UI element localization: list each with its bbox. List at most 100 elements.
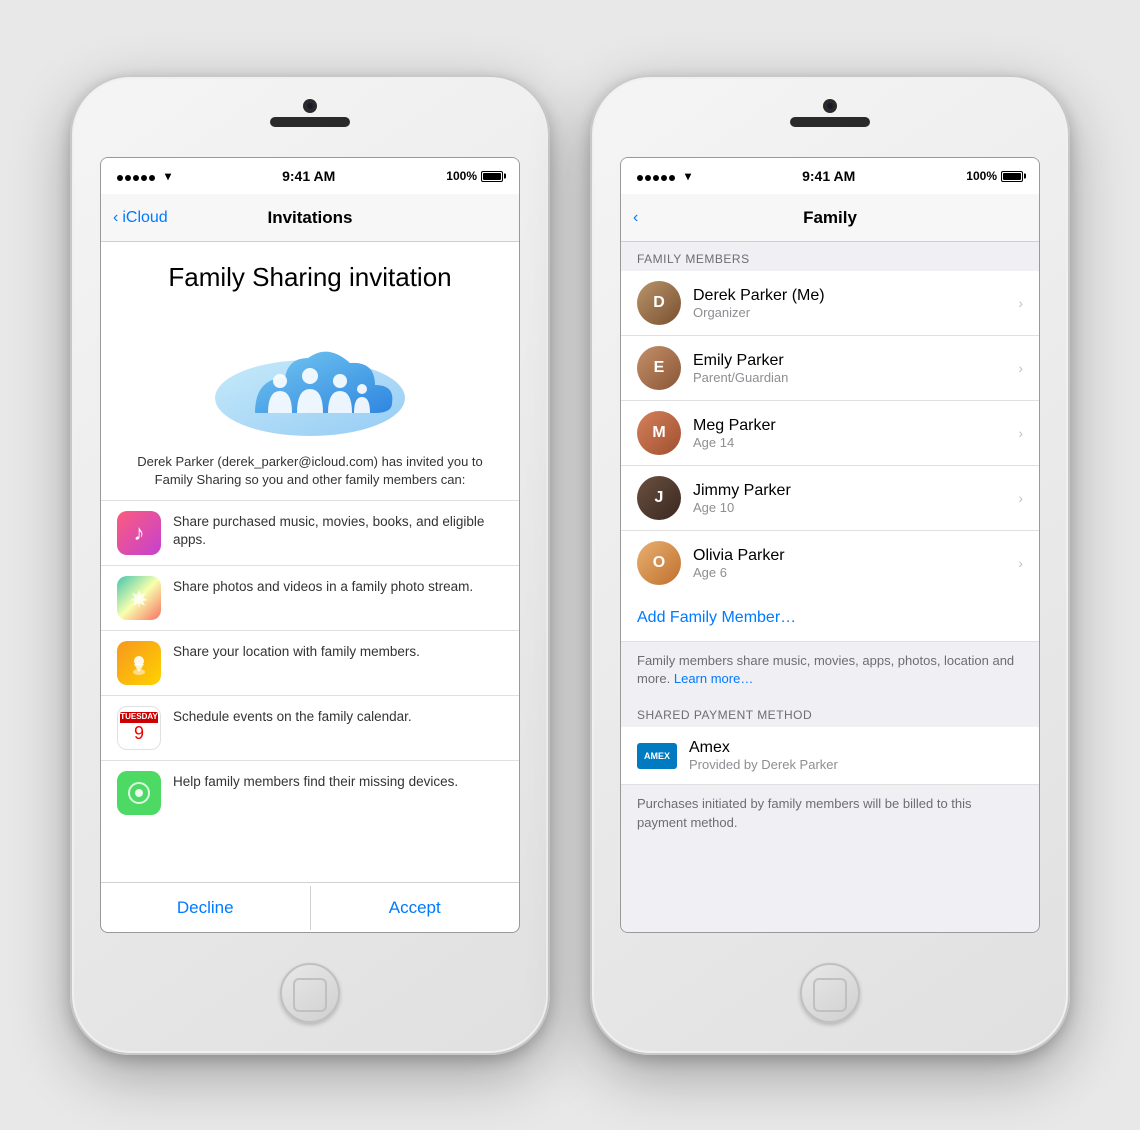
member-name-olivia: Olivia Parker	[693, 547, 1006, 565]
feature-location: Share your location with family members.	[101, 630, 519, 695]
battery-icon-2	[1001, 171, 1023, 182]
feature-photos-text: Share photos and videos in a family phot…	[173, 576, 503, 597]
member-emily[interactable]: E Emily Parker Parent/Guardian ›	[621, 336, 1039, 401]
back-button[interactable]: ‹ iCloud	[113, 209, 168, 227]
photos-icon	[117, 576, 161, 620]
member-role-emily: Parent/Guardian	[693, 370, 1006, 385]
invitation-content: Family Sharing invitation	[101, 242, 519, 932]
member-info-meg: Meg Parker Age 14	[693, 417, 1006, 450]
chevron-icon-emily: ›	[1018, 360, 1023, 376]
member-info-jimmy: Jimmy Parker Age 10	[693, 482, 1006, 515]
phone-invitations: ▾ 9:41 AM 100% ‹ iCloud Invitations	[70, 75, 550, 1055]
member-role-meg: Age 14	[693, 435, 1006, 450]
back-label: iCloud	[122, 209, 167, 227]
accept-button[interactable]: Accept	[311, 886, 520, 930]
phone2-bottom	[800, 933, 860, 1053]
payment-section-header: SHARED PAYMENT METHOD	[621, 698, 1039, 727]
learn-more-link[interactable]: Learn more…	[674, 671, 753, 686]
feature-calendar: Tuesday 9 Schedule events on the family …	[101, 695, 519, 760]
wifi-icon-2: ▾	[685, 169, 691, 183]
feature-findmy-text: Help family members find their missing d…	[173, 771, 503, 792]
status-time-2: 9:41 AM	[802, 168, 855, 184]
family-content: FAMILY MEMBERS D Derek Parker (Me) Organ…	[621, 242, 1039, 932]
member-name-emily: Emily Parker	[693, 352, 1006, 370]
family-illustration	[101, 303, 519, 453]
payment-info: Amex Provided by Derek Parker	[689, 739, 1023, 772]
bottom-buttons: Decline Accept	[101, 882, 519, 932]
payment-item[interactable]: AMEX Amex Provided by Derek Parker	[621, 727, 1039, 785]
member-meg[interactable]: M Meg Parker Age 14 ›	[621, 401, 1039, 466]
add-member-button[interactable]: Add Family Member…	[621, 595, 1039, 642]
decline-button[interactable]: Decline	[101, 886, 311, 930]
avatar-derek: D	[637, 281, 681, 325]
signal-area-2: ▾	[637, 169, 691, 184]
payment-footer: Purchases initiated by family members wi…	[621, 785, 1039, 841]
phone-family: ▾ 9:41 AM 100% ‹ Family FAMILY M	[590, 75, 1070, 1055]
chevron-icon-jimmy: ›	[1018, 490, 1023, 506]
front-camera-2	[823, 99, 837, 113]
family-members-header: FAMILY MEMBERS	[621, 242, 1039, 271]
member-info-olivia: Olivia Parker Age 6	[693, 547, 1006, 580]
signal-dots	[117, 169, 157, 184]
avatar-olivia: O	[637, 541, 681, 585]
calendar-icon: Tuesday 9	[117, 706, 161, 750]
battery-area-2: 100%	[966, 169, 1023, 183]
signal-area: ▾	[117, 169, 171, 184]
back-chevron-icon: ‹	[113, 209, 118, 227]
status-bar: ▾ 9:41 AM 100%	[101, 158, 519, 194]
battery-area: 100%	[446, 169, 503, 183]
feature-music: ♪ Share purchased music, movies, books, …	[101, 500, 519, 565]
member-derek[interactable]: D Derek Parker (Me) Organizer ›	[621, 271, 1039, 336]
feature-calendar-text: Schedule events on the family calendar.	[173, 706, 503, 727]
member-name-meg: Meg Parker	[693, 417, 1006, 435]
amex-icon: AMEX	[637, 743, 677, 769]
member-role-derek: Organizer	[693, 305, 1006, 320]
home-button[interactable]	[280, 963, 340, 1023]
chevron-icon-olivia: ›	[1018, 555, 1023, 571]
feature-findmy: Help family members find their missing d…	[101, 760, 519, 825]
status-time: 9:41 AM	[282, 168, 335, 184]
feature-music-text: Share purchased music, movies, books, an…	[173, 511, 503, 551]
battery-percent: 100%	[446, 169, 477, 183]
screen-invitations: ▾ 9:41 AM 100% ‹ iCloud Invitations	[100, 157, 520, 933]
speaker	[270, 117, 350, 127]
home-button-2[interactable]	[800, 963, 860, 1023]
chevron-icon-derek: ›	[1018, 295, 1023, 311]
battery-percent-2: 100%	[966, 169, 997, 183]
findmy-icon	[117, 771, 161, 815]
member-info-derek: Derek Parker (Me) Organizer	[693, 287, 1006, 320]
member-role-olivia: Age 6	[693, 565, 1006, 580]
nav-title: Invitations	[267, 208, 352, 228]
avatar-meg: M	[637, 411, 681, 455]
avatar-emily: E	[637, 346, 681, 390]
invitation-description: Derek Parker (derek_parker@icloud.com) h…	[101, 453, 519, 499]
member-name-jimmy: Jimmy Parker	[693, 482, 1006, 500]
chevron-icon-meg: ›	[1018, 425, 1023, 441]
payment-name: Amex	[689, 739, 1023, 757]
location-icon	[117, 641, 161, 685]
battery-icon	[481, 171, 503, 182]
nav-title-2: Family	[803, 208, 857, 228]
members-list: D Derek Parker (Me) Organizer › E	[621, 271, 1039, 595]
feature-location-text: Share your location with family members.	[173, 641, 503, 662]
invitation-title: Family Sharing invitation	[131, 262, 489, 293]
member-role-jimmy: Age 10	[693, 500, 1006, 515]
member-olivia[interactable]: O Olivia Parker Age 6 ›	[621, 531, 1039, 595]
avatar-jimmy: J	[637, 476, 681, 520]
music-icon: ♪	[117, 511, 161, 555]
status-bar-2: ▾ 9:41 AM 100%	[621, 158, 1039, 194]
wifi-icon: ▾	[165, 169, 171, 183]
signal-dots-2	[637, 169, 677, 184]
back-button-2[interactable]: ‹	[633, 209, 638, 227]
screen-family: ▾ 9:41 AM 100% ‹ Family FAMILY M	[620, 157, 1040, 933]
member-name-derek: Derek Parker (Me)	[693, 287, 1006, 305]
feature-photos: Share photos and videos in a family phot…	[101, 565, 519, 630]
speaker-2	[790, 117, 870, 127]
back-chevron-icon-2: ‹	[633, 209, 638, 227]
feature-list: ♪ Share purchased music, movies, books, …	[101, 500, 519, 882]
invitation-header: Family Sharing invitation	[101, 242, 519, 303]
member-info-emily: Emily Parker Parent/Guardian	[693, 352, 1006, 385]
member-jimmy[interactable]: J Jimmy Parker Age 10 ›	[621, 466, 1039, 531]
info-text: Family members share music, movies, apps…	[621, 642, 1039, 698]
front-camera	[303, 99, 317, 113]
